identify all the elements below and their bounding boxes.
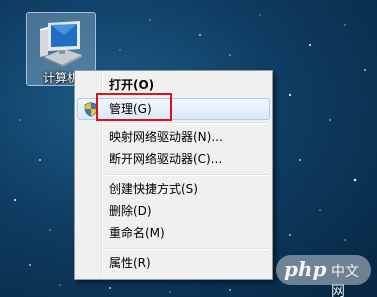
menu-separator <box>105 248 269 250</box>
watermark-logo: php 中文网 <box>276 255 371 297</box>
menu-separator <box>105 122 269 124</box>
menu-item-disconnect-network-drive[interactable]: 断开网络驱动器(C)... <box>77 148 270 170</box>
watermark-text: 中文网 <box>331 264 359 297</box>
menu-separator <box>105 174 269 176</box>
menu-item-map-network-drive[interactable]: 映射网络驱动器(N)... <box>77 126 270 148</box>
menu-item-properties[interactable]: 属性(R) <box>77 252 270 274</box>
menu-item-delete[interactable]: 删除(D) <box>77 200 270 222</box>
menu-item-rename[interactable]: 重命名(M) <box>77 222 270 244</box>
menu-item-create-shortcut[interactable]: 创建快捷方式(S) <box>77 178 270 200</box>
watermark-mark: php <box>284 257 327 281</box>
computer-icon <box>40 21 82 67</box>
highlight-annotation-box <box>96 93 172 121</box>
desktop: 计算机 打开(O) 管理(G) 映射网络驱动器(N)... 断开网络驱动器(C)… <box>0 0 377 297</box>
